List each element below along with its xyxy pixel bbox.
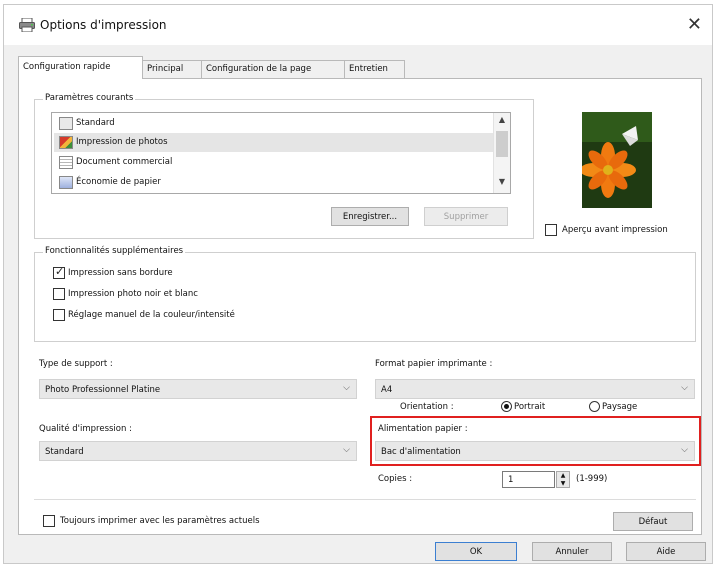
borderless-checkbox[interactable]: ✓ (53, 265, 65, 279)
default-button[interactable]: Défaut (613, 512, 693, 531)
chevron-down-icon: ⌵ (681, 445, 688, 455)
print-quality-label: Qualité d'impression : (39, 424, 132, 434)
window-title: Options d'impression (40, 18, 167, 32)
portrait-radio[interactable] (501, 401, 512, 412)
bw-photo-label: Impression photo noir et blanc (68, 289, 198, 299)
title-bar: Options d'impression ✕ (4, 5, 712, 45)
tab-quick-setup[interactable]: Configuration rapide (18, 56, 143, 79)
media-type-label: Type de support : (39, 359, 113, 369)
tab-panel: Paramètres courants Standard Impression … (18, 78, 702, 535)
additional-features-legend: Fonctionnalités supplémentaires (43, 246, 186, 256)
paper-size-value: A4 (381, 385, 393, 395)
ok-button[interactable]: OK (435, 542, 517, 561)
tab-page-setup[interactable]: Configuration de la page (201, 60, 345, 78)
photo-icon (59, 136, 73, 149)
preview-image (582, 112, 652, 208)
media-type-select[interactable]: Photo Professionnel Platine ⌵ (39, 379, 357, 399)
list-item-label: Standard (76, 118, 115, 128)
printer-icon (19, 18, 35, 32)
paper-size-select[interactable]: A4 ⌵ (375, 379, 695, 399)
chevron-down-icon: ⌵ (681, 383, 688, 393)
manual-color-label: Réglage manuel de la couleur/intensité (68, 310, 235, 320)
settings-listbox[interactable]: Standard Impression de photos Document c… (51, 112, 511, 194)
cancel-button[interactable]: Annuler (532, 542, 612, 561)
copies-stepper[interactable]: ▲ ▼ (556, 471, 570, 488)
scroll-thumb[interactable] (496, 131, 508, 157)
portrait-label: Portrait (514, 402, 546, 412)
list-scrollbar[interactable]: ▲ ▼ (493, 113, 510, 193)
chevron-down-icon: ⌵ (343, 445, 350, 455)
copies-input[interactable]: 1 (502, 471, 555, 488)
print-options-dialog: Options d'impression ✕ Configuration rap… (3, 4, 713, 564)
document-icon (59, 156, 73, 169)
always-print-label: Toujours imprimer avec les paramètres ac… (60, 516, 260, 526)
delete-button[interactable]: Supprimer (424, 207, 508, 226)
standard-icon (59, 117, 73, 130)
list-item-business-doc[interactable]: Document commercial (54, 153, 494, 172)
always-print-checkbox[interactable] (43, 515, 55, 527)
chevron-down-icon: ⌵ (343, 383, 350, 393)
media-type-value: Photo Professionnel Platine (45, 385, 161, 395)
paper-source-value: Bac d'alimentation (381, 447, 461, 457)
list-item-label: Économie de papier (76, 177, 161, 187)
paper-source-select[interactable]: Bac d'alimentation ⌵ (375, 441, 695, 461)
copies-label: Copies : (378, 474, 413, 484)
list-item-label: Impression de photos (76, 137, 168, 147)
print-quality-select[interactable]: Standard ⌵ (39, 441, 357, 461)
paper-size-label: Format papier imprimante : (375, 359, 493, 369)
save-button[interactable]: Enregistrer... (331, 207, 409, 226)
scroll-up-icon[interactable]: ▲ (494, 115, 510, 129)
preview-label: Aperçu avant impression (562, 225, 668, 235)
orientation-label: Orientation : (400, 402, 454, 412)
landscape-radio[interactable] (589, 401, 600, 412)
landscape-label: Paysage (602, 402, 638, 412)
separator (34, 499, 696, 500)
tab-maintenance[interactable]: Entretien (344, 60, 405, 78)
list-item-label: Document commercial (76, 157, 173, 167)
paper-saving-icon (59, 176, 73, 189)
print-quality-value: Standard (45, 447, 84, 457)
radio-dot (504, 404, 509, 409)
close-icon[interactable]: ✕ (687, 14, 702, 35)
manual-color-checkbox[interactable] (53, 309, 65, 321)
scroll-down-icon[interactable]: ▼ (494, 177, 510, 191)
paper-source-label: Alimentation papier : (378, 424, 468, 434)
preview-checkbox[interactable] (545, 224, 557, 236)
copies-range: (1-999) (576, 474, 608, 484)
tab-main[interactable]: Principal (142, 60, 202, 78)
list-item-paper-saving[interactable]: Économie de papier (54, 173, 494, 192)
bw-photo-checkbox[interactable] (53, 288, 65, 300)
current-settings-legend: Paramètres courants (43, 93, 136, 103)
borderless-label: Impression sans bordure (68, 268, 173, 278)
help-button[interactable]: Aide (626, 542, 706, 561)
list-item-photo[interactable]: Impression de photos (54, 133, 494, 152)
check-mark-icon: ✓ (55, 265, 65, 278)
list-item-standard[interactable]: Standard (54, 114, 494, 133)
